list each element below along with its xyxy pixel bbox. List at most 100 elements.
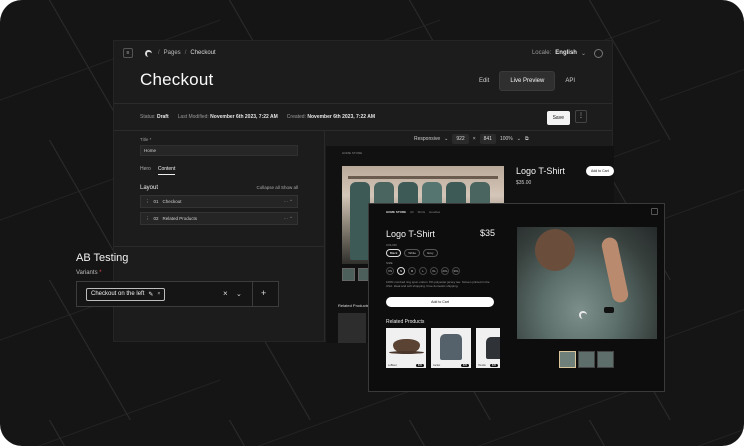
more-options-icon[interactable]: ⋮ xyxy=(575,110,587,123)
product-name: LeBlanc xyxy=(388,364,398,367)
page-title: Checkout xyxy=(140,70,214,89)
color-option[interactable]: White xyxy=(404,249,421,257)
store-home-link[interactable]: HOME STORE xyxy=(386,210,406,214)
size-option[interactable]: S xyxy=(397,267,405,275)
brand-logo-icon xyxy=(145,49,152,57)
price-badge: $35 xyxy=(489,364,498,367)
app-frame: ≡ / Pages / Checkout Locale: English ⌄ C… xyxy=(0,0,744,446)
chevron-up-icon[interactable]: ⋯ ⌃ xyxy=(283,216,293,222)
related-product-card[interactable]: LeBlanc $35 xyxy=(386,328,426,368)
chevron-down-icon: ⌄ xyxy=(444,136,449,142)
add-to-cart-button[interactable]: Add to Cart xyxy=(386,297,494,307)
avatar[interactable] xyxy=(594,48,603,58)
tab-live-preview[interactable]: Live Preview xyxy=(499,71,556,91)
breadcrumb-pages[interactable]: Pages xyxy=(164,50,181,56)
ab-testing-title: AB Testing xyxy=(76,252,129,264)
nav-all[interactable]: All xyxy=(410,210,413,214)
save-button[interactable]: Save xyxy=(546,111,570,125)
title-field[interactable]: Home xyxy=(140,145,298,156)
layout-heading: Layout xyxy=(140,185,159,191)
layout-block-checkout[interactable]: ⋮ 01 Checkout ⋯ ⌃ xyxy=(140,195,298,208)
product-name: Hoodie xyxy=(478,364,486,367)
size-option[interactable]: XS xyxy=(386,267,394,275)
product-title: Logo T-Shirt xyxy=(386,229,435,239)
related-product-card[interactable]: Jacket $35 xyxy=(431,328,471,368)
variant-chip[interactable]: Checkout on the left ✎ × xyxy=(86,287,166,301)
responsive-select[interactable]: Responsive xyxy=(414,136,440,142)
color-options: Black White Grey xyxy=(386,249,438,257)
clear-icon[interactable]: × xyxy=(223,289,228,298)
locale-select[interactable]: Locale: English ⌄ xyxy=(532,50,586,57)
size-option[interactable]: 2XL xyxy=(441,267,449,275)
size-option[interactable]: L xyxy=(419,267,427,275)
hat-image xyxy=(389,339,424,354)
section-divider xyxy=(114,246,324,247)
external-link-icon[interactable]: ⧉ xyxy=(525,136,529,142)
remove-chip-icon[interactable]: × xyxy=(157,291,160,297)
related-product-card[interactable] xyxy=(338,313,366,343)
breadcrumb-checkout[interactable]: Checkout xyxy=(190,50,215,56)
menu-icon[interactable]: ≡ xyxy=(123,48,133,58)
view-tabs: Edit Live Preview API xyxy=(469,71,585,91)
block-number: 01 xyxy=(153,199,159,204)
zoom-select[interactable]: 100% xyxy=(500,136,513,142)
size-label: SIZE xyxy=(386,261,393,265)
thumbnail[interactable] xyxy=(578,351,595,368)
chevron-up-icon[interactable]: ⋯ ⌃ xyxy=(283,199,293,205)
drag-handle-icon[interactable]: ⋮ xyxy=(145,199,150,205)
layout-block-related-products[interactable]: ⋮ 02 Related Products ⋯ ⌃ xyxy=(140,212,298,225)
product-thumbnails xyxy=(559,351,614,368)
status-badge: Draft xyxy=(156,114,169,120)
jacket-image xyxy=(440,334,462,360)
variants-select[interactable]: Checkout on the left ✎ × × ⌄ + xyxy=(76,281,279,307)
color-option[interactable]: Black xyxy=(386,249,402,257)
add-to-cart-button[interactable]: Add to Cart xyxy=(586,166,614,176)
select-divider xyxy=(252,282,253,306)
tab-hero[interactable]: Hero xyxy=(140,166,151,175)
add-variant-button[interactable]: + xyxy=(261,288,266,298)
tab-edit[interactable]: Edit xyxy=(469,72,499,90)
shop-nav: HOME STORE xyxy=(342,151,363,155)
related-products-list: LeBlanc $35 Jacket $35 Hoodie $35 xyxy=(386,328,500,368)
created-value: November 6th 2023, 7:22 AM xyxy=(307,114,375,120)
nav-shirts[interactable]: Shirts xyxy=(417,210,425,214)
thumbnail[interactable] xyxy=(597,351,614,368)
store-nav: HOME STORE All Shirts Hoodies xyxy=(386,210,440,214)
block-name: Checkout xyxy=(162,199,182,204)
preview-height-input[interactable]: 841 xyxy=(479,134,496,144)
show-all-button[interactable]: Show all xyxy=(281,185,298,190)
price-badge: $35 xyxy=(460,364,469,367)
related-product-card[interactable]: Hoodie $35 xyxy=(476,328,500,368)
shirt-logo-icon xyxy=(579,311,587,319)
edit-form: Title * Home Hero Content Layout Collaps… xyxy=(140,137,298,225)
edit-icon[interactable]: ✎ xyxy=(148,291,153,298)
document-status-bar: Status: Draft Last Modified: November 6t… xyxy=(114,103,612,131)
breadcrumb: / Pages / Checkout xyxy=(158,50,216,56)
preview-frame-mobile: HOME STORE All Shirts Hoodies Logo T-Shi… xyxy=(368,203,665,392)
hoodie-image xyxy=(486,337,500,359)
preview-width-input[interactable]: 922 xyxy=(452,134,469,144)
preview-toolbar: Responsive ⌄ 922 × 841 100% ⌄ ⧉ xyxy=(414,134,529,144)
chevron-down-icon[interactable]: ⌄ xyxy=(236,290,242,298)
thumbnail[interactable] xyxy=(559,351,576,368)
thumbnail[interactable] xyxy=(342,268,355,281)
size-option[interactable]: 3XL xyxy=(452,267,460,275)
tab-content[interactable]: Content xyxy=(157,166,176,175)
chevron-down-icon: ⌄ xyxy=(516,136,521,142)
variants-label: Variants * xyxy=(76,270,102,276)
product-description: 100% combed ring spun cotton. 6% polyest… xyxy=(386,280,490,288)
cart-icon[interactable] xyxy=(651,208,658,215)
related-products-heading: Related Products xyxy=(386,319,425,325)
drag-handle-icon[interactable]: ⋮ xyxy=(145,216,150,222)
product-price: $35.00 xyxy=(516,180,532,186)
color-option[interactable]: Grey xyxy=(423,249,438,257)
collapse-all-button[interactable]: Collapse all xyxy=(256,185,279,190)
size-option[interactable]: XL xyxy=(430,267,438,275)
top-bar: ≡ / Pages / Checkout Locale: English ⌄ xyxy=(114,41,612,65)
size-option[interactable]: M xyxy=(408,267,416,275)
block-number: 02 xyxy=(153,216,159,221)
related-products-heading: Related Products xyxy=(338,303,369,308)
nav-hoodies[interactable]: Hoodies xyxy=(429,210,440,214)
tab-api[interactable]: API xyxy=(555,72,585,90)
color-label: COLOR xyxy=(386,243,397,247)
